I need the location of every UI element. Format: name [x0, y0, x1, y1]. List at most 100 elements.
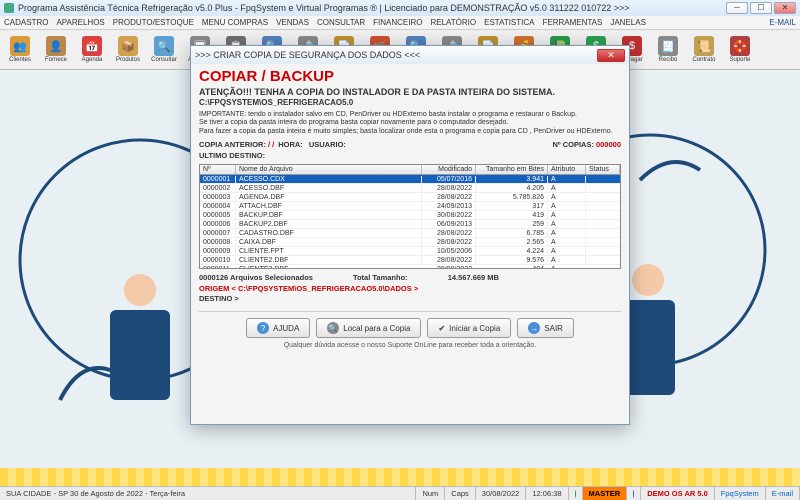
table-row[interactable]: 0000010CLIENTE2.DBF28/08/20229.576A: [200, 256, 620, 265]
sair-button[interactable]: →SAIR: [517, 318, 574, 338]
col-modificado[interactable]: Modificado: [422, 165, 476, 174]
window-title: Programa Assistência Técnica Refrigeraçã…: [18, 3, 726, 13]
ajuda-button[interactable]: ?AJUDA: [246, 318, 310, 338]
menu-email[interactable]: E-MAIL: [769, 18, 796, 27]
table-row[interactable]: 0000003AGENDA.DBF28/08/20225.785.826A: [200, 193, 620, 202]
iniciar-copia-button[interactable]: ✔Iniciar a Copia: [427, 318, 511, 338]
dialog-warning: ATENÇÃO!!! TENHA A COPIA DO INSTALADOR E…: [199, 87, 621, 97]
toolbar-icon: 📦: [118, 36, 138, 56]
table-row[interactable]: 0000008CAIXA.DBF28/08/20222.565A: [200, 238, 620, 247]
toolbar-icon: 📜: [694, 36, 714, 56]
label-ultimo-destino: ULTIMO DESTINO:: [199, 151, 265, 160]
col-no[interactable]: Nº: [200, 165, 236, 174]
status-demo: DEMO OS AR 5.0: [641, 487, 715, 500]
toolbar-label: Agenda: [82, 57, 103, 63]
menu-item[interactable]: FINANCEIRO: [373, 18, 422, 27]
toolbar-suporte[interactable]: 🛟Suporte: [722, 32, 758, 68]
toolbar-icon: 🧾: [658, 36, 678, 56]
table-row[interactable]: 0000009CLIENTE.FPT10/05/20064.224A: [200, 247, 620, 256]
table-row[interactable]: 0000002ACESSO.DBF28/08/20224.205A: [200, 184, 620, 193]
status-date: 30/08/2022: [476, 487, 527, 500]
app-icon: [4, 3, 14, 13]
table-row[interactable]: 0000011CLIENTE3.DBF28/08/2022404A: [200, 265, 620, 269]
menu-item[interactable]: ESTATISTICA: [484, 18, 534, 27]
menu-item[interactable]: PRODUTO/ESTOQUE: [113, 18, 194, 27]
status-master: MASTER: [583, 487, 628, 500]
help-icon: ?: [257, 322, 269, 334]
table-row[interactable]: 0000004ATTACH.DBF24/09/2013317A: [200, 202, 620, 211]
menu-item[interactable]: APARELHOS: [56, 18, 104, 27]
summary-row: 0000126 Arquivos Selecionados Total Tama…: [199, 273, 621, 282]
total-size: 14.567.669 MB: [448, 273, 499, 282]
toolbar-consultar[interactable]: 🔍Consultar: [146, 32, 182, 68]
status-fpq[interactable]: FpqSystem: [715, 487, 766, 500]
destino-label: DESTINO >: [199, 294, 621, 303]
dialog-footer: Qualquer dúvida acesse o nosso Suporte O…: [199, 342, 621, 349]
check-icon: ✔: [438, 324, 445, 333]
col-nome[interactable]: Nome do Arquivo: [236, 165, 422, 174]
toolbar-label: Suporte: [729, 57, 750, 63]
toolbar-label: Produtos: [116, 57, 140, 63]
file-grid[interactable]: Nº Nome do Arquivo Modificado Tamanho em…: [199, 164, 621, 269]
label-usuario: USUARIO:: [309, 140, 346, 149]
menu-item[interactable]: VENDAS: [276, 18, 309, 27]
status-email[interactable]: E-mail: [766, 487, 800, 500]
local-copia-button[interactable]: 🔍Local para a Copia: [316, 318, 421, 338]
origin-path: ORIGEM < C:\FPQSYSTEM\OS_REFRIGERACAO5.0…: [199, 284, 621, 293]
minimize-button[interactable]: －: [726, 2, 748, 14]
file-count: 0000126 Arquivos Selecionados: [199, 273, 313, 282]
dialog-close-button[interactable]: ✕: [597, 49, 625, 62]
toolbar-icon: 📅: [82, 36, 102, 56]
toolbar-recibo[interactable]: 🧾Recibo: [650, 32, 686, 68]
maximize-button[interactable]: ☐: [750, 2, 772, 14]
window-titlebar: Programa Assistência Técnica Refrigeraçã…: [0, 0, 800, 16]
menubar: CADASTRO APARELHOS PRODUTO/ESTOQUE MENU …: [0, 16, 800, 30]
col-atributo[interactable]: Atributo: [548, 165, 586, 174]
statusbar: SUA CIDADE - SP 30 de Agosto de 2022 - T…: [0, 486, 800, 500]
label-ncopias: Nº COPIAS:: [552, 140, 594, 149]
table-row[interactable]: 0000007CADASTRO.DBF28/08/20226.785A: [200, 229, 620, 238]
toolbar-icon: 🛟: [730, 36, 750, 56]
menu-item[interactable]: CONSULTAR: [317, 18, 365, 27]
value-ncopias: 000000: [596, 140, 621, 149]
status-indicator-blue: [627, 487, 641, 500]
menu-item[interactable]: RELATÓRIO: [430, 18, 476, 27]
status-city: SUA CIDADE - SP 30 de Agosto de 2022 - T…: [0, 487, 416, 500]
col-tamanho[interactable]: Tamanho em Bites: [476, 165, 548, 174]
toolbar-icon: 👥: [10, 36, 30, 56]
toolbar-contrato[interactable]: 📜Contrato: [686, 32, 722, 68]
toolbar-label: Fornece: [45, 57, 67, 63]
menu-item[interactable]: CADASTRO: [4, 18, 48, 27]
backup-dialog: >>> CRIAR COPIA DE SEGURANÇA DOS DADOS <…: [190, 45, 630, 425]
search-icon: 🔍: [327, 322, 339, 334]
table-row[interactable]: 0000006BACKUP2.DBF06/09/2013259A: [200, 220, 620, 229]
menu-item[interactable]: JANELAS: [610, 18, 646, 27]
status-caps: Caps: [445, 487, 476, 500]
label-anterior: COPIA ANTERIOR:: [199, 140, 266, 149]
toolbar-produtos[interactable]: 📦Produtos: [110, 32, 146, 68]
total-label: Total Tamanho:: [353, 273, 408, 282]
dialog-note: IMPORTANTE: tendo o instalador salvo em …: [199, 111, 621, 136]
menu-item[interactable]: MENU COMPRAS: [202, 18, 268, 27]
toolbar-icon: 🔍: [154, 36, 174, 56]
table-row[interactable]: 0000001ACESSO.CDX05/07/20163.941A: [200, 175, 620, 184]
toolbar-clientes[interactable]: 👥Clientes: [2, 32, 38, 68]
menu-item[interactable]: FERRAMENTAS: [542, 18, 602, 27]
label-hora: HORA:: [278, 140, 303, 149]
exit-icon: →: [528, 322, 540, 334]
toolbar-icon: 👤: [46, 36, 66, 56]
status-num: Num: [416, 487, 445, 500]
decorative-strip: [0, 468, 800, 486]
status-time: 12:06:38: [526, 487, 568, 500]
window-close-button[interactable]: ✕: [774, 2, 796, 14]
value-anterior: / /: [268, 140, 274, 149]
toolbar-label: Contrato: [692, 57, 715, 63]
toolbar-agenda[interactable]: 📅Agenda: [74, 32, 110, 68]
table-row[interactable]: 0000005BACKUP.DBF30/08/2022419A: [200, 211, 620, 220]
dialog-title: >>> CRIAR COPIA DE SEGURANÇA DOS DADOS <…: [195, 50, 420, 60]
toolbar-label: Recibo: [659, 57, 678, 63]
dialog-titlebar: >>> CRIAR COPIA DE SEGURANÇA DOS DADOS <…: [191, 46, 629, 64]
toolbar-fornece[interactable]: 👤Fornece: [38, 32, 74, 68]
col-status[interactable]: Status: [586, 165, 620, 174]
toolbar-label: Clientes: [9, 57, 31, 63]
